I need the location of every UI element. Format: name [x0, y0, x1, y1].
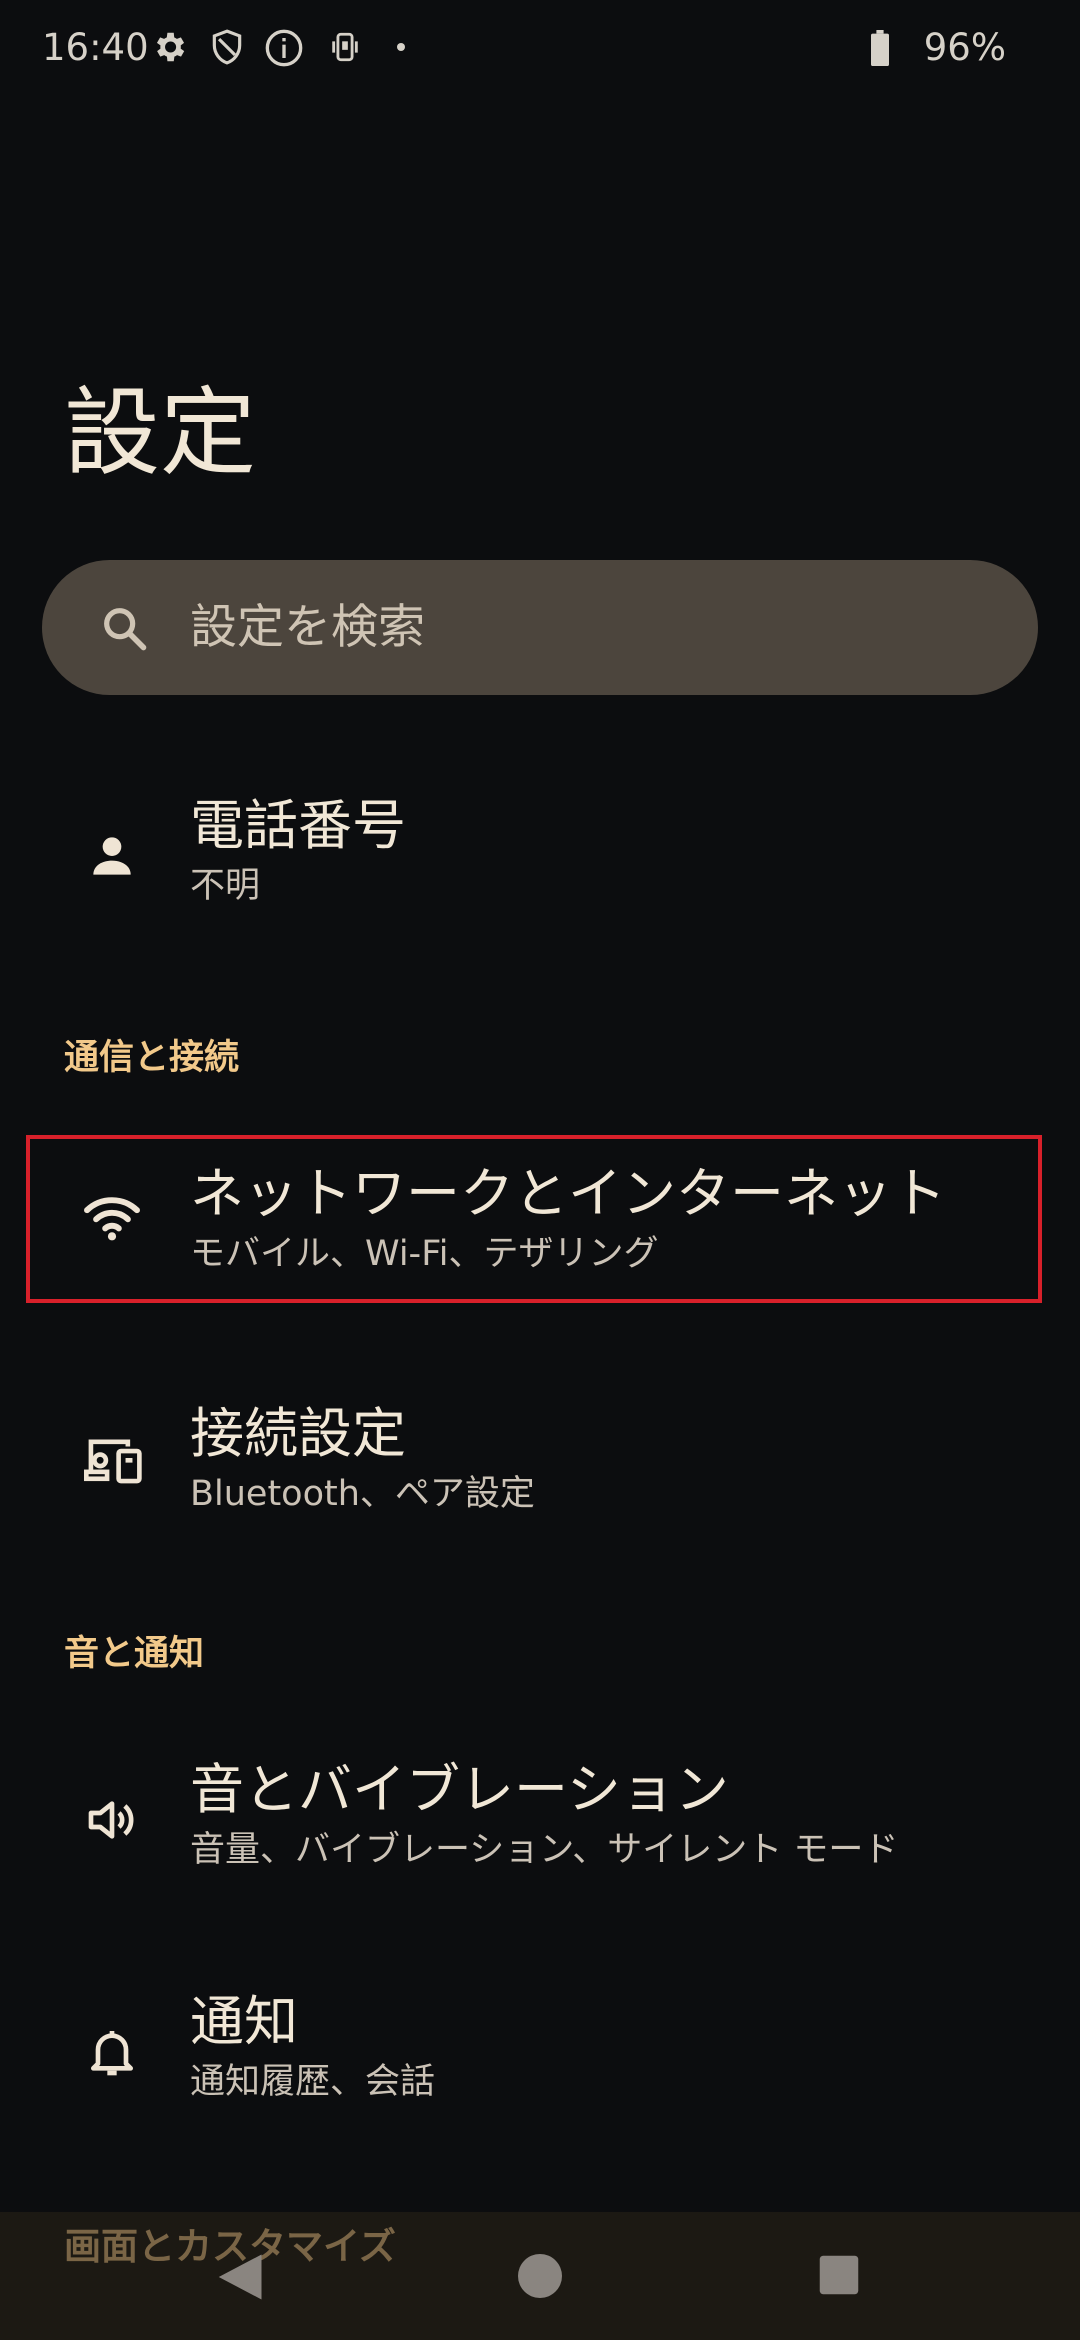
- gear-icon: [150, 28, 188, 66]
- shield-icon: [208, 28, 246, 66]
- sound-vibration-title: 音とバイブレーション: [190, 1758, 729, 1821]
- person-icon: [84, 828, 140, 888]
- highlight-box: [26, 1135, 1042, 1303]
- home-icon[interactable]: [516, 2252, 564, 2304]
- volume-icon: [84, 1792, 140, 1852]
- connected-devices-item[interactable]: 接続設定 Bluetooth、ペア設定: [0, 1380, 1080, 1540]
- phone-number-item[interactable]: 電話番号 不明: [0, 780, 1080, 930]
- phone-number-title: 電話番号: [190, 794, 406, 857]
- recents-icon[interactable]: [818, 2254, 860, 2300]
- sound-vibration-item[interactable]: 音とバイブレーション 音量、バイブレーション、サイレント モード: [0, 1744, 1080, 1904]
- status-bar: 16:40 96%: [0, 0, 1080, 100]
- connected-devices-title: 接続設定: [190, 1402, 406, 1465]
- section-header-connectivity: 通信と接続: [64, 1038, 240, 1078]
- bell-icon: [84, 2024, 140, 2084]
- status-time: 16:40: [42, 26, 149, 69]
- phone-vibrate-icon: [328, 28, 362, 66]
- page-title: 設定: [64, 377, 256, 489]
- notifications-item[interactable]: 通知 通知履歴、会話: [0, 1976, 1080, 2136]
- dot-icon: [396, 42, 406, 52]
- info-icon: [264, 28, 304, 68]
- connected-devices-subtitle: Bluetooth、ペア設定: [190, 1474, 535, 1514]
- notifications-title: 通知: [190, 1990, 298, 2053]
- section-header-sound: 音と通知: [64, 1634, 205, 1674]
- sound-vibration-subtitle: 音量、バイブレーション、サイレント モード: [190, 1830, 899, 1870]
- phone-number-value: 不明: [190, 866, 261, 906]
- devices-icon: [84, 1432, 144, 1488]
- back-icon[interactable]: [212, 2252, 266, 2306]
- battery-icon: [868, 30, 892, 70]
- search-placeholder: 設定を検索: [190, 600, 425, 655]
- notifications-subtitle: 通知履歴、会話: [190, 2062, 436, 2102]
- battery-percent: 96%: [923, 26, 1006, 69]
- search-icon: [98, 602, 150, 658]
- search-bar[interactable]: 設定を検索: [42, 560, 1038, 695]
